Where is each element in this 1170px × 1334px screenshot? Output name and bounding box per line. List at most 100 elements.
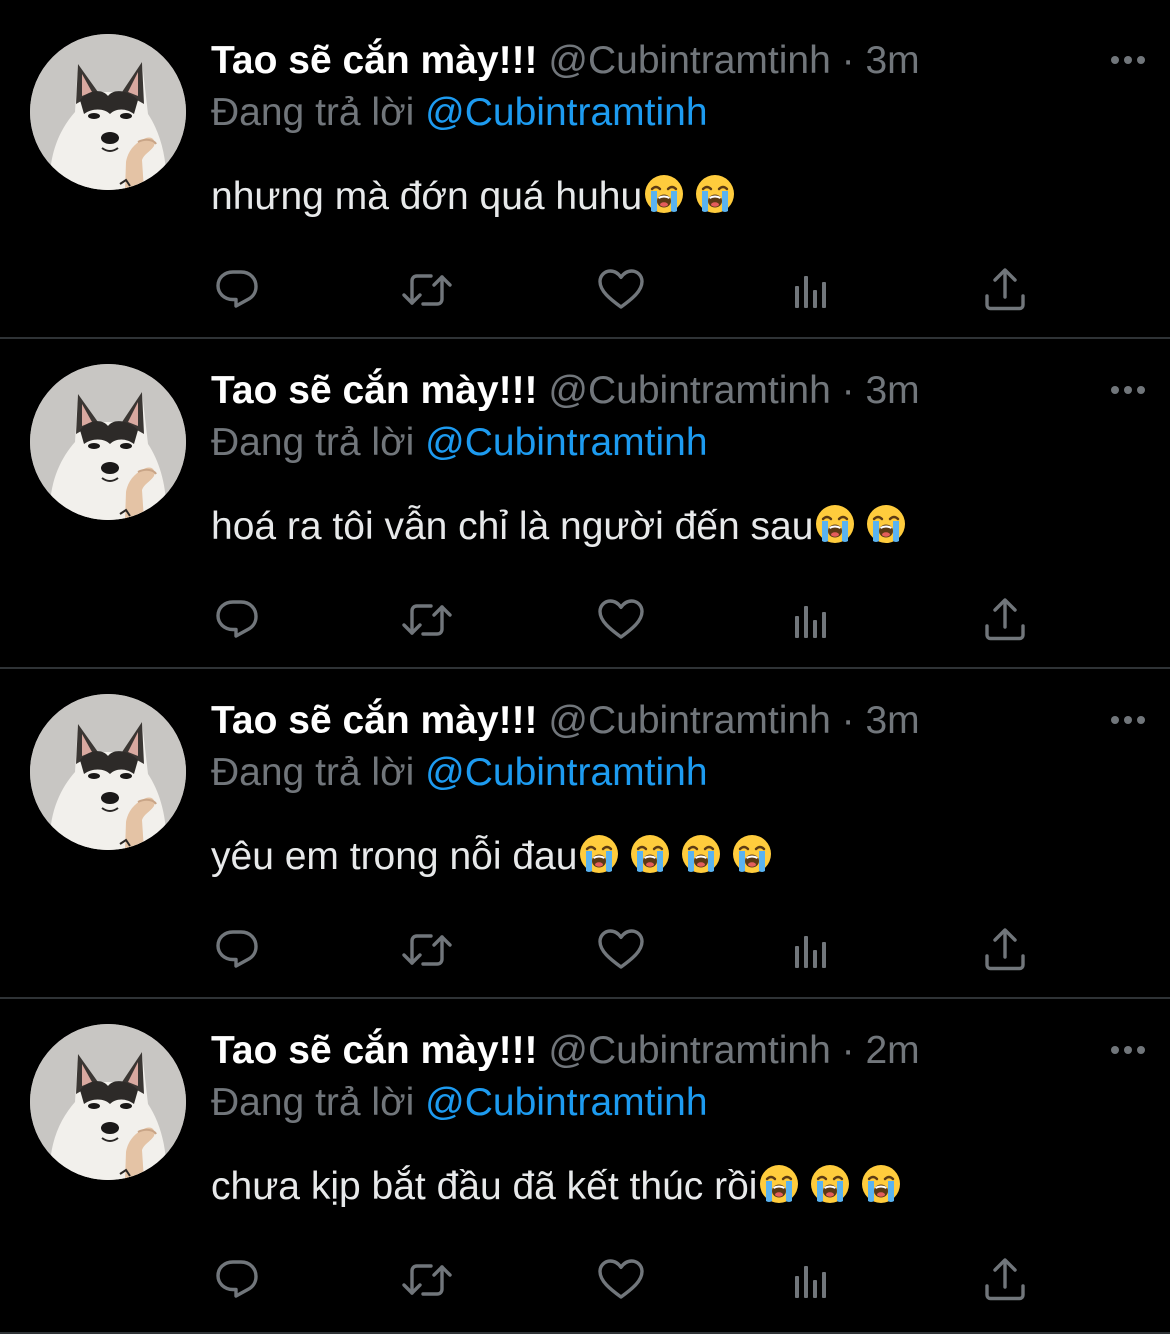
replying-to: Đang trả lời @Cubintramtinh bbox=[211, 418, 708, 468]
reply-button[interactable] bbox=[211, 924, 263, 976]
share-icon bbox=[985, 268, 1025, 311]
replying-to: Đang trả lời @Cubintramtinh bbox=[211, 88, 708, 138]
display-name[interactable]: Tao sẽ cắn mày!!! bbox=[211, 369, 538, 412]
tweet-text-content: hoá ra tôi vẫn chỉ là người đến sau bbox=[211, 505, 814, 548]
dots-icon bbox=[1111, 56, 1145, 64]
reply-mention-link[interactable]: @Cubintramtinh bbox=[425, 751, 707, 794]
share-icon bbox=[985, 928, 1025, 971]
loudly-crying-face-emoji bbox=[580, 835, 619, 873]
crying-emoji bbox=[758, 1163, 800, 1205]
husky-avatar-icon bbox=[30, 364, 186, 520]
timestamp[interactable]: 3m bbox=[865, 699, 919, 742]
like-button[interactable] bbox=[595, 264, 647, 316]
loudly-crying-face-emoji bbox=[862, 1165, 901, 1203]
user-handle[interactable]: @Cubintramtinh bbox=[548, 369, 830, 412]
retweet-button[interactable] bbox=[401, 264, 453, 316]
tweet-text: chưa kịp bắt đầu đã kết thúc rồi bbox=[211, 1162, 910, 1212]
crying-emoji bbox=[865, 503, 907, 545]
loudly-crying-face-emoji bbox=[645, 175, 684, 213]
dots-icon bbox=[1111, 716, 1145, 724]
reply-icon bbox=[216, 1260, 258, 1298]
husky-avatar-icon bbox=[30, 694, 186, 850]
tweet[interactable]: Tao sẽ cắn mày!!! @Cubintramtinh · 2m Đa… bbox=[0, 999, 1170, 1334]
user-handle[interactable]: @Cubintramtinh bbox=[548, 699, 830, 742]
crying-emoji bbox=[643, 173, 685, 215]
timestamp[interactable]: 3m bbox=[865, 369, 919, 412]
reply-mention-link[interactable]: @Cubintramtinh bbox=[425, 421, 707, 464]
display-name[interactable]: Tao sẽ cắn mày!!! bbox=[211, 39, 538, 82]
avatar[interactable] bbox=[30, 1024, 186, 1180]
display-name[interactable]: Tao sẽ cắn mày!!! bbox=[211, 1029, 538, 1072]
timestamp[interactable]: 2m bbox=[865, 1029, 919, 1072]
user-handle[interactable]: @Cubintramtinh bbox=[548, 1029, 830, 1072]
share-button[interactable] bbox=[979, 594, 1031, 646]
reply-button[interactable] bbox=[211, 1254, 263, 1306]
crying-emoji bbox=[694, 173, 736, 215]
crying-emoji bbox=[809, 1163, 851, 1205]
tweet-text-content: chưa kịp bắt đầu đã kết thúc rồi bbox=[211, 1165, 758, 1208]
crying-emoji bbox=[578, 833, 620, 875]
reply-mention-link[interactable]: @Cubintramtinh bbox=[425, 91, 707, 134]
loudly-crying-face-emoji bbox=[816, 505, 855, 543]
like-button[interactable] bbox=[595, 594, 647, 646]
more-icon[interactable] bbox=[1108, 45, 1148, 75]
views-button[interactable] bbox=[787, 594, 839, 646]
share-icon bbox=[985, 1258, 1025, 1301]
action-bar bbox=[211, 924, 1031, 976]
crying-emoji bbox=[814, 503, 856, 545]
replying-to: Đang trả lời @Cubintramtinh bbox=[211, 748, 708, 798]
separator-dot: · bbox=[841, 39, 855, 82]
tweet[interactable]: Tao sẽ cắn mày!!! @Cubintramtinh · 3m Đa… bbox=[0, 339, 1170, 669]
avatar[interactable] bbox=[30, 34, 186, 190]
views-icon bbox=[795, 606, 826, 638]
reply-button[interactable] bbox=[211, 264, 263, 316]
views-icon bbox=[795, 936, 826, 968]
share-button[interactable] bbox=[979, 1254, 1031, 1306]
more-icon[interactable] bbox=[1108, 375, 1148, 405]
share-button[interactable] bbox=[979, 924, 1031, 976]
share-icon bbox=[985, 598, 1025, 641]
crying-emoji bbox=[731, 833, 773, 875]
separator-dot: · bbox=[841, 699, 855, 742]
reply-prefix: Đang trả lời bbox=[211, 421, 415, 464]
retweet-button[interactable] bbox=[401, 1254, 453, 1306]
dots-icon bbox=[1111, 386, 1145, 394]
heart-icon bbox=[598, 269, 644, 309]
timestamp[interactable]: 3m bbox=[865, 39, 919, 82]
views-button[interactable] bbox=[787, 264, 839, 316]
views-button[interactable] bbox=[787, 1254, 839, 1306]
reply-mention-link[interactable]: @Cubintramtinh bbox=[425, 1081, 707, 1124]
tweet[interactable]: Tao sẽ cắn mày!!! @Cubintramtinh · 3m Đa… bbox=[0, 0, 1170, 339]
tweet-text-content: yêu em trong nỗi đau bbox=[211, 835, 578, 878]
tweet-header: Tao sẽ cắn mày!!! @Cubintramtinh · 2m bbox=[211, 1026, 1150, 1076]
reply-icon bbox=[216, 270, 258, 308]
crying-emoji bbox=[680, 833, 722, 875]
separator-dot: · bbox=[841, 369, 855, 412]
like-button[interactable] bbox=[595, 1254, 647, 1306]
avatar[interactable] bbox=[30, 694, 186, 850]
more-icon[interactable] bbox=[1108, 705, 1148, 735]
retweet-icon bbox=[402, 1264, 452, 1296]
more-icon[interactable] bbox=[1108, 1035, 1148, 1065]
tweet-text: yêu em trong nỗi đau bbox=[211, 832, 781, 882]
display-name[interactable]: Tao sẽ cắn mày!!! bbox=[211, 699, 538, 742]
share-button[interactable] bbox=[979, 264, 1031, 316]
avatar[interactable] bbox=[30, 364, 186, 520]
loudly-crying-face-emoji bbox=[811, 1165, 850, 1203]
reply-button[interactable] bbox=[211, 594, 263, 646]
reply-icon bbox=[216, 930, 258, 968]
retweet-icon bbox=[402, 934, 452, 966]
user-handle[interactable]: @Cubintramtinh bbox=[548, 39, 830, 82]
retweet-button[interactable] bbox=[401, 594, 453, 646]
crying-emoji bbox=[860, 1163, 902, 1205]
husky-avatar-icon bbox=[30, 1024, 186, 1180]
retweet-icon bbox=[402, 604, 452, 636]
loudly-crying-face-emoji bbox=[696, 175, 735, 213]
loudly-crying-face-emoji bbox=[760, 1165, 799, 1203]
action-bar bbox=[211, 264, 1031, 316]
views-button[interactable] bbox=[787, 924, 839, 976]
tweet[interactable]: Tao sẽ cắn mày!!! @Cubintramtinh · 3m Đa… bbox=[0, 669, 1170, 999]
like-button[interactable] bbox=[595, 924, 647, 976]
replying-to: Đang trả lời @Cubintramtinh bbox=[211, 1078, 708, 1128]
retweet-button[interactable] bbox=[401, 924, 453, 976]
